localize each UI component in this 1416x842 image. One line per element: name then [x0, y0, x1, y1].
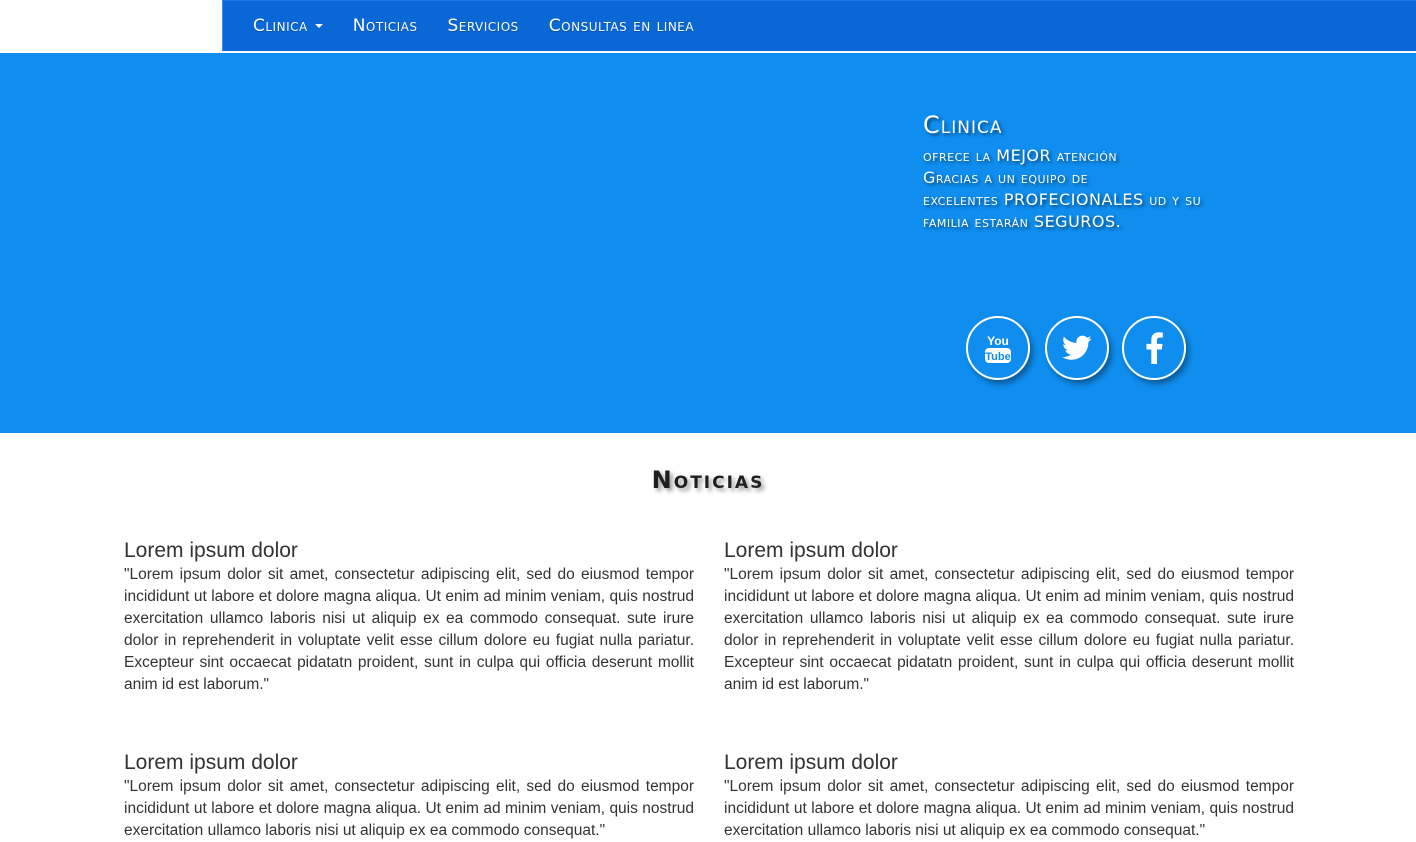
logo-area	[0, 0, 222, 53]
news-card-title: Lorem ipsum dolor	[724, 751, 898, 774]
news-section-title: Noticias	[651, 466, 765, 494]
nav-item-label: Servicios	[447, 16, 519, 36]
nav-item-clinica[interactable]: Clinica	[253, 16, 323, 36]
hero-title: Clinica	[923, 111, 1003, 139]
hero-line: Gracias a un equipo de	[923, 168, 1089, 187]
nav-item-label: Noticias	[352, 16, 418, 36]
news-card: Lorem ipsum dolor "Lorem ipsum dolor sit…	[724, 750, 1294, 842]
nav-item-label: Clinica	[253, 16, 308, 36]
news-card-title: Lorem ipsum dolor	[124, 539, 298, 562]
nav-item-label: Consultas en linea	[548, 16, 695, 36]
hero-line: familia estarán SEGUROS.	[923, 212, 1122, 231]
nav-item-consultas[interactable]: Consultas en linea	[549, 16, 694, 36]
nav-item-servicios[interactable]: Servicios	[447, 16, 518, 36]
news-card-body: "Lorem ipsum dolor sit amet, consectetur…	[124, 566, 694, 693]
svg-text:Tube: Tube	[985, 351, 1010, 363]
facebook-button[interactable]	[1122, 316, 1186, 380]
news-card: Lorem ipsum dolor "Lorem ipsum dolor sit…	[724, 538, 1294, 696]
youtube-button[interactable]: You Tube	[966, 316, 1030, 380]
twitter-button[interactable]	[1045, 316, 1109, 380]
twitter-icon	[1062, 335, 1092, 360]
news-card-title: Lorem ipsum dolor	[724, 539, 898, 562]
caret-down-icon	[314, 24, 323, 28]
main-navbar: Clinica Noticias Servicios Consultas en …	[222, 0, 1416, 51]
hero-line: ofrece la MEJOR atención	[923, 146, 1118, 165]
hero-text: Clinica ofrece la MEJOR atención Gracias…	[923, 111, 1201, 233]
social-links: You Tube	[966, 316, 1186, 380]
news-card: Lorem ipsum dolor "Lorem ipsum dolor sit…	[124, 750, 694, 842]
facebook-icon	[1146, 332, 1163, 364]
news-card-body: "Lorem ipsum dolor sit amet, consectetur…	[724, 778, 1294, 839]
news-card-body: "Lorem ipsum dolor sit amet, consectetur…	[124, 778, 694, 839]
hero-banner: Clinica ofrece la MEJOR atención Gracias…	[0, 53, 1416, 433]
nav-item-noticias[interactable]: Noticias	[353, 16, 418, 36]
hero-line: excelentes PROFECIONALES ud y su	[923, 190, 1202, 209]
news-card-title: Lorem ipsum dolor	[124, 751, 298, 774]
news-card-body: "Lorem ipsum dolor sit amet, consectetur…	[724, 566, 1294, 693]
svg-text:You: You	[987, 334, 1009, 348]
news-card: Lorem ipsum dolor "Lorem ipsum dolor sit…	[124, 538, 694, 696]
youtube-icon: You Tube	[985, 334, 1011, 363]
